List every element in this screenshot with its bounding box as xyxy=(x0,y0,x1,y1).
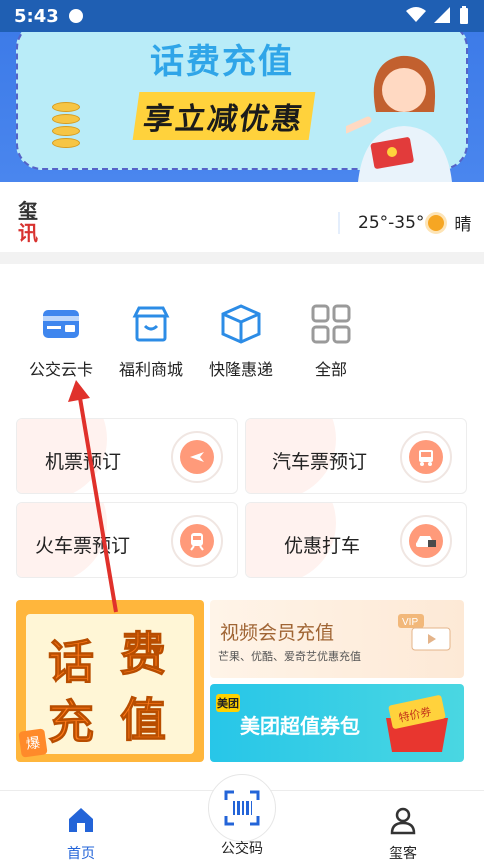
logo-top-char: 玺 xyxy=(18,199,38,223)
banner-title: 话费充值 xyxy=(150,42,294,82)
news-weather-bar[interactable]: 玺 讯 25°-35° 晴 xyxy=(0,182,484,264)
shop-icon xyxy=(132,306,170,342)
grid-icon xyxy=(311,304,351,344)
tab-home[interactable]: 首页 xyxy=(46,799,116,860)
bus-code-label: 公交码 xyxy=(221,841,263,857)
xi-news-logo: 玺 讯 xyxy=(18,200,44,244)
quick-menu: 公交云卡 福利商城 快隆惠递 全部 xyxy=(0,294,484,394)
vip-badge-text: VIP xyxy=(402,617,418,628)
train-icon xyxy=(171,515,223,567)
tab-profile-label: 玺客 xyxy=(389,846,417,860)
bus-code-button[interactable] xyxy=(208,774,276,842)
coupon-bag-icon: 特价券 xyxy=(386,695,448,752)
promo-char-2: 费 xyxy=(120,627,167,682)
package-icon xyxy=(221,304,261,344)
vip-promo-title: 视频会员充值 xyxy=(220,622,335,644)
status-time: 5:43 xyxy=(14,5,59,27)
service-label: 优惠打车 xyxy=(284,535,361,557)
menu-item-label: 全部 xyxy=(314,360,347,379)
user-icon xyxy=(390,807,416,835)
service-label: 机票预订 xyxy=(45,451,122,473)
status-icons xyxy=(406,6,470,24)
debug-icon xyxy=(68,9,83,23)
service-taxi[interactable]: 优惠打车 xyxy=(245,502,467,578)
menu-item-label: 快隆惠递 xyxy=(208,360,273,379)
meituan-badge: 美团 xyxy=(216,694,240,712)
promo-char-4: 值 xyxy=(120,693,167,748)
bus-icon xyxy=(400,431,452,483)
phone-recharge-promo[interactable]: 话 费 充 值 爆 xyxy=(16,600,204,762)
service-label: 火车票预订 xyxy=(35,535,131,557)
promo-char-1: 话 xyxy=(48,635,95,690)
service-flight[interactable]: 机票预订 xyxy=(16,418,238,494)
temperature-range: 25°-35° xyxy=(358,212,425,233)
barcode-scan-icon xyxy=(224,790,260,826)
meituan-coupon-promo[interactable]: 美团 美团超值券包 特价券 xyxy=(210,684,464,762)
signal-icon xyxy=(434,7,450,23)
video-vip-promo[interactable]: 视频会员充值 芒果、优酷、爱奇艺优惠充值 VIP xyxy=(210,600,464,678)
coins-icon xyxy=(52,102,92,172)
tab-profile[interactable]: 玺客 xyxy=(368,799,438,860)
tab-home-label: 首页 xyxy=(67,846,95,860)
menu-item-express[interactable]: 快隆惠递 xyxy=(196,294,286,380)
menu-item-shop[interactable]: 福利商城 xyxy=(106,294,196,380)
promo-banner[interactable]: 话费充值 享立减优惠 xyxy=(0,32,484,182)
divider xyxy=(338,212,340,234)
banner-subtitle: 享立减优惠 xyxy=(132,92,316,140)
service-bus[interactable]: 汽车票预订 xyxy=(245,418,467,494)
vip-promo-subtitle: 芒果、优酷、爱奇艺优惠充值 xyxy=(218,650,361,663)
wifi-icon xyxy=(406,7,426,22)
plane-ticket-icon xyxy=(171,431,223,483)
logo-bottom-char: 讯 xyxy=(18,221,38,245)
promo-char-3: 充 xyxy=(48,695,95,750)
sun-icon xyxy=(428,214,445,231)
menu-item-all[interactable]: 全部 xyxy=(286,294,376,380)
menu-item-label: 福利商城 xyxy=(118,360,183,379)
hot-badge: 爆 xyxy=(18,728,48,758)
weather-widget: 25°-35° 晴 xyxy=(358,210,472,236)
service-train[interactable]: 火车票预订 xyxy=(16,502,238,578)
vip-play-icon: VIP xyxy=(398,614,451,651)
status-bar: 5:43 xyxy=(0,0,484,32)
battery-icon xyxy=(460,6,468,24)
menu-item-bus-card[interactable]: 公交云卡 xyxy=(16,294,106,380)
woman-illustration xyxy=(346,55,452,182)
service-label: 汽车票预订 xyxy=(272,451,368,473)
home-icon xyxy=(69,808,93,832)
menu-item-label: 公交云卡 xyxy=(28,360,93,379)
weather-condition: 晴 xyxy=(454,215,472,235)
taxi-icon xyxy=(400,515,452,567)
meituan-promo-title: 美团超值券包 xyxy=(240,714,360,738)
bus-card-icon xyxy=(43,310,79,338)
